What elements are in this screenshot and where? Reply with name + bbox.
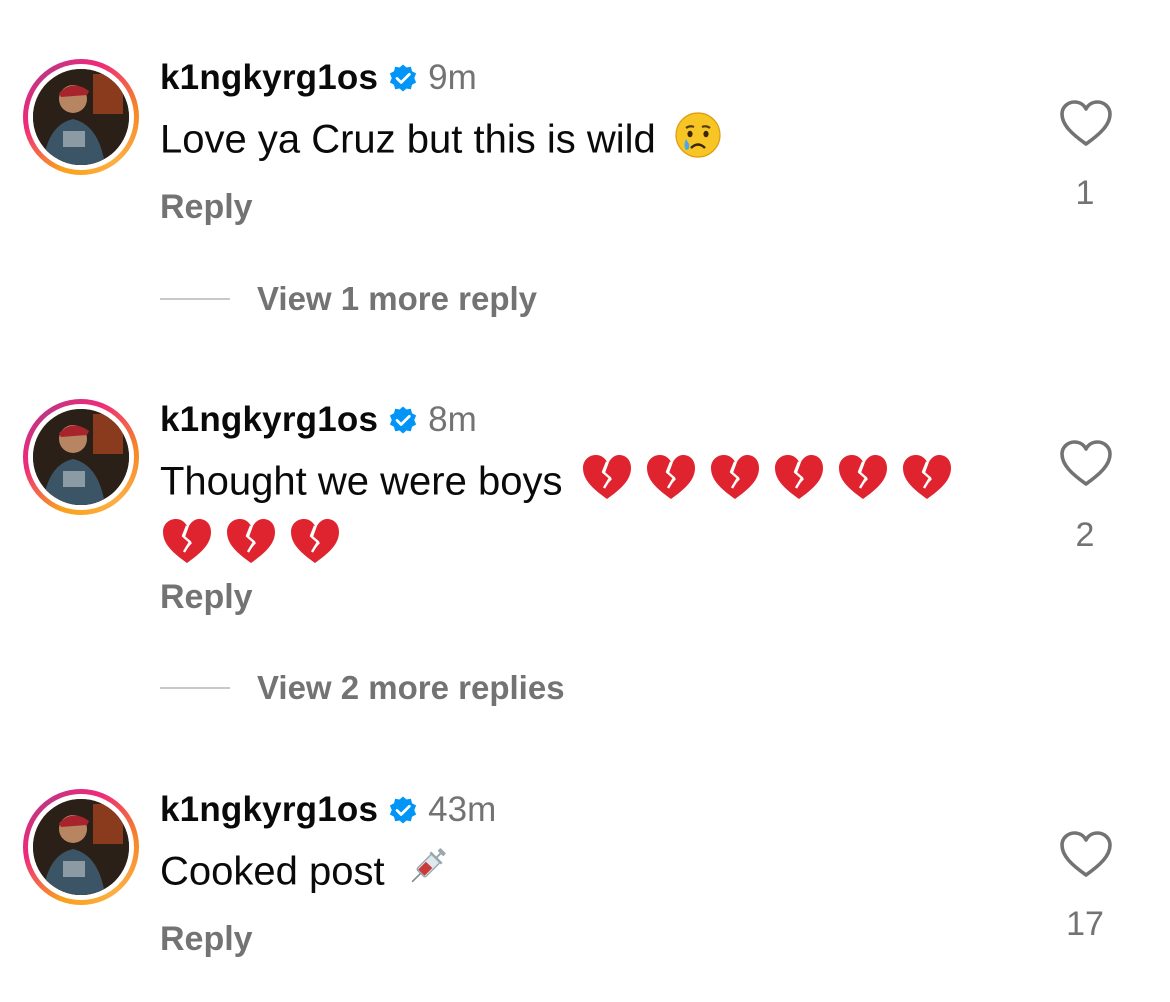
avatar[interactable] (23, 789, 139, 905)
comment-header: k1ngkyrg1os 8m (160, 400, 477, 440)
avatar[interactable] (23, 59, 139, 175)
heart-like-icon[interactable] (1058, 98, 1114, 148)
like-count: 17 (1066, 905, 1104, 943)
username[interactable]: k1ngkyrg1os (160, 400, 378, 440)
broken-heart-icon (224, 516, 278, 580)
username[interactable]: k1ngkyrg1os (160, 58, 378, 98)
broken-heart-icon (644, 452, 698, 516)
comment-time: 8m (428, 400, 477, 439)
divider-line (160, 687, 230, 689)
username[interactable]: k1ngkyrg1os (160, 790, 378, 830)
verified-badge-icon (390, 796, 417, 824)
view-more-replies[interactable]: View 1 more reply (160, 280, 537, 318)
reply-button[interactable]: Reply (160, 188, 253, 227)
comment-text-body: Thought we were boys (160, 459, 563, 504)
avatar-image (33, 799, 129, 895)
broken-heart-icon (580, 452, 634, 516)
view-more-replies-label[interactable]: View 1 more reply (257, 280, 537, 318)
reply-button[interactable]: Reply (160, 578, 253, 617)
verified-badge-icon (390, 64, 417, 92)
comment-header: k1ngkyrg1os 43m (160, 790, 496, 830)
avatar-image (33, 69, 129, 165)
comment-text-body: Love ya Cruz but this is wild (160, 117, 656, 162)
divider-line (160, 298, 230, 300)
comment-text: Cooked post (160, 842, 980, 906)
broken-heart-icon (288, 516, 342, 580)
avatar[interactable] (23, 399, 139, 515)
crying-face-icon (673, 110, 723, 174)
like-count: 1 (1075, 174, 1095, 212)
broken-heart-icon (836, 452, 890, 516)
view-more-replies[interactable]: View 2 more replies (160, 669, 565, 707)
verified-badge-icon (390, 406, 417, 434)
heart-like-icon[interactable] (1058, 829, 1114, 879)
avatar-image (33, 409, 129, 505)
comment-time: 9m (428, 58, 477, 97)
like-count: 2 (1075, 516, 1095, 554)
comment-header: k1ngkyrg1os 9m (160, 58, 477, 98)
broken-heart-icon (160, 516, 214, 580)
comment-text-body: Cooked post (160, 849, 385, 894)
reply-button[interactable]: Reply (160, 920, 253, 959)
comment-time: 43m (428, 790, 497, 829)
broken-heart-icon (772, 452, 826, 516)
heart-like-icon[interactable] (1058, 438, 1114, 488)
broken-heart-icon (900, 452, 954, 516)
syringe-icon (402, 842, 452, 906)
broken-heart-icon (708, 452, 762, 516)
comment-text: Love ya Cruz but this is wild (160, 110, 980, 174)
view-more-replies-label[interactable]: View 2 more replies (257, 669, 565, 707)
comment-text: Thought we were boys (160, 452, 980, 580)
